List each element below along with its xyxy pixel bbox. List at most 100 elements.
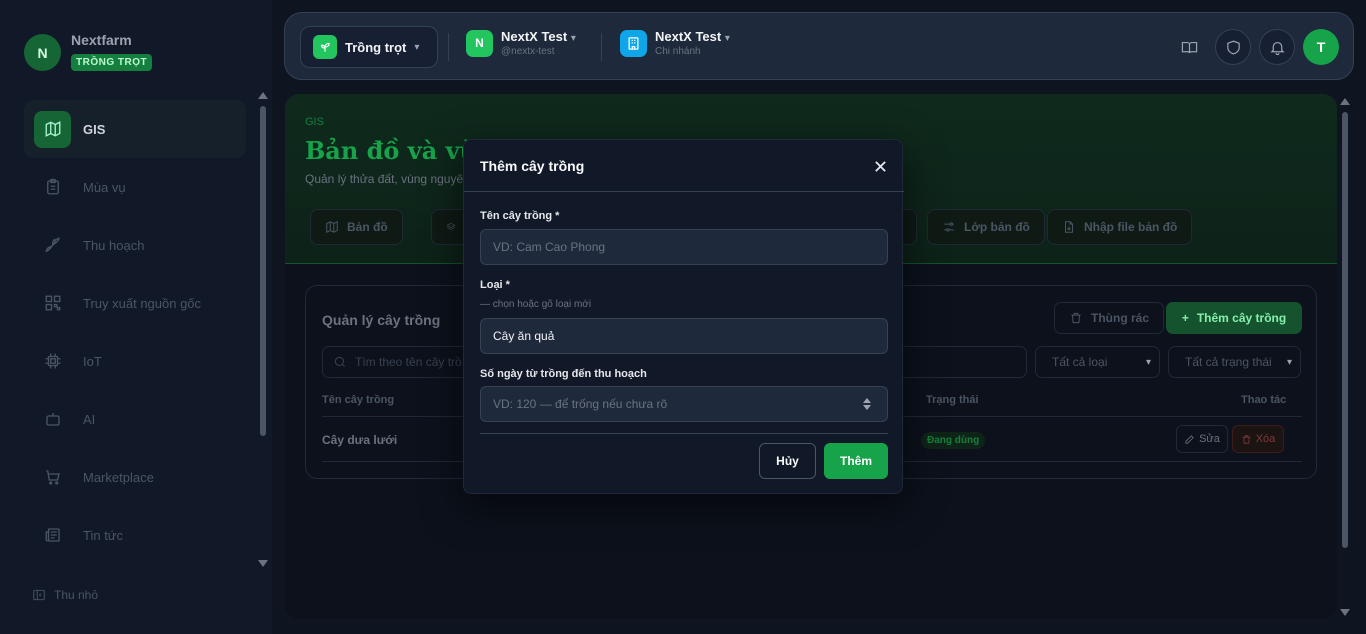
filter-type-select[interactable]: Tất cả loại ▾ (1035, 346, 1160, 378)
chevron-down-icon: ▾ (1286, 356, 1292, 368)
bot-icon (34, 401, 71, 438)
header-divider (448, 33, 449, 61)
sidebar-item-ai[interactable]: AI (24, 390, 246, 448)
security-button[interactable] (1215, 29, 1251, 65)
org-switcher[interactable]: N NextX Test ▾ @nextx-test (466, 29, 576, 57)
tab-map[interactable]: Bản đồ (310, 209, 403, 245)
crop-type-input[interactable] (480, 318, 888, 354)
clipboard-icon (34, 169, 71, 206)
sidebar-nav: GIS Mùa vụ Thu hoạch Truy xuất nguồn gốc… (24, 100, 246, 564)
harvest-days-input[interactable] (480, 386, 888, 422)
trash-icon (1071, 312, 1081, 324)
sprout-icon (313, 35, 337, 59)
scroll-down-arrow-icon[interactable] (1340, 609, 1350, 616)
modal-footer-divider (480, 433, 888, 434)
tab-label: Bản đồ (347, 220, 388, 234)
scroll-up-arrow-icon[interactable] (1340, 98, 1350, 105)
tab-map-layers[interactable]: Lớp bản đồ (927, 209, 1045, 245)
stepper-down-icon[interactable] (863, 405, 871, 410)
user-avatar[interactable]: T (1303, 29, 1339, 65)
scrollbar-thumb[interactable] (1342, 112, 1348, 548)
chevron-down-icon: ▾ (1145, 356, 1151, 368)
brand-name: Nextfarm (71, 32, 132, 48)
tab-import-map-file[interactable]: Nhập file bản đồ (1047, 209, 1193, 245)
shield-icon (1226, 39, 1240, 54)
sidebar: N Nextfarm TRỒNG TRỌT GIS Mùa vụ Thu hoạ… (0, 0, 272, 634)
org-handle: @nextx-test (501, 46, 555, 57)
sidebar-item-label: AI (83, 411, 96, 427)
branch-switcher[interactable]: NextX Test ▾ Chi nhánh (620, 29, 730, 57)
stepper-up-icon[interactable] (863, 398, 871, 403)
sidebar-item-mua-vu[interactable]: Mùa vụ (24, 158, 246, 216)
delete-button[interactable]: Xóa (1232, 425, 1284, 453)
map-icon (326, 220, 338, 234)
header-divider (601, 33, 602, 61)
sidebar-item-thu-hoach[interactable]: Thu hoạch (24, 216, 246, 274)
main-scrollbar[interactable] (1339, 96, 1351, 618)
pencil-icon (1185, 434, 1194, 444)
trash-button[interactable]: Thùng rác (1054, 302, 1165, 334)
crop-name-input[interactable] (480, 229, 888, 265)
bell-icon (1269, 41, 1285, 55)
crop-name-label: Tên cây trồng * (480, 210, 560, 222)
scroll-up-arrow-icon[interactable] (258, 92, 268, 99)
breadcrumb: GIS (305, 116, 324, 128)
scroll-down-arrow-icon[interactable] (258, 560, 268, 567)
scrollbar-thumb[interactable] (260, 106, 266, 436)
plus-icon: + (1181, 311, 1189, 325)
sidebar-item-marketplace[interactable]: Marketplace (24, 448, 246, 506)
sidebar-item-iot[interactable]: IoT (24, 332, 246, 390)
modal-title: Thêm cây trồng (480, 158, 585, 174)
edit-button[interactable]: Sửa (1176, 425, 1228, 453)
wheat-icon (34, 227, 71, 264)
trash-label: Thùng rác (1091, 311, 1150, 325)
search-placeholder: Tìm theo tên cây trồ (355, 355, 462, 369)
add-crop-label: Thêm cây trồng (1196, 311, 1287, 325)
sidebar-item-truy-xuat[interactable]: Truy xuất nguồn gốc (24, 274, 246, 332)
map-icon (34, 110, 71, 148)
sidebar-item-tin-tuc[interactable]: Tin tức (24, 506, 246, 564)
sidebar-item-label: Thu hoạch (83, 237, 145, 253)
crop-type-hint: — chọn hoặc gõ loại mới (480, 299, 592, 310)
add-crop-button[interactable]: + Thêm cây trồng (1166, 302, 1302, 334)
docs-button[interactable] (1171, 29, 1207, 65)
delete-label: Xóa (1255, 433, 1276, 445)
search-icon (334, 356, 346, 368)
sidebar-item-gis[interactable]: GIS (24, 100, 246, 158)
submit-button[interactable]: Thêm (824, 443, 888, 479)
tab-label: Lớp bản đồ (964, 220, 1030, 234)
cancel-button[interactable]: Hủy (759, 443, 816, 479)
column-header-name: Tên cây trồng (322, 394, 395, 406)
number-stepper[interactable] (861, 394, 873, 414)
add-crop-modal: Thêm cây trồng Tên cây trồng * Loại * — … (463, 139, 904, 494)
sidebar-collapse-icon (33, 589, 45, 601)
column-header-status: Trạng thái (926, 394, 979, 406)
notifications-button[interactable] (1259, 29, 1295, 65)
cart-icon (34, 459, 71, 496)
newspaper-icon (34, 517, 71, 554)
brand-avatar: N (24, 34, 61, 71)
close-icon (874, 160, 886, 172)
collapse-sidebar-button[interactable]: Thu nhỏ (32, 588, 98, 602)
sidebar-item-label: GIS (83, 121, 106, 137)
sidebar-item-label: IoT (83, 353, 102, 369)
top-header: Trồng trọt ▾ N NextX Test ▾ @nextx-test … (284, 12, 1354, 80)
branch-sub: Chi nhánh (655, 46, 701, 57)
close-button[interactable] (868, 154, 892, 178)
book-icon (1181, 41, 1197, 53)
card-title: Quản lý cây trồng (322, 312, 441, 328)
branch-name: NextX Test (655, 29, 722, 44)
trash-icon (1242, 434, 1250, 444)
module-select[interactable]: Trồng trọt ▾ (300, 26, 438, 68)
org-name: NextX Test (501, 29, 568, 44)
chip-icon (34, 343, 71, 380)
sidebar-scrollbar[interactable] (258, 92, 268, 567)
filter-type-value: Tất cả loại (1052, 355, 1108, 369)
filter-status-value: Tất cả trạng thái (1185, 355, 1272, 369)
crop-name-cell: Cây dưa lưới (322, 433, 398, 447)
chevron-down-icon: ▾ (414, 41, 420, 53)
filter-status-select[interactable]: Tất cả trạng thái ▾ (1168, 346, 1301, 378)
page-subtitle: Quản lý thửa đất, vùng nguyê (305, 172, 464, 186)
crop-type-label: Loại * (480, 279, 510, 291)
sidebar-item-label: Mùa vụ (83, 179, 126, 195)
